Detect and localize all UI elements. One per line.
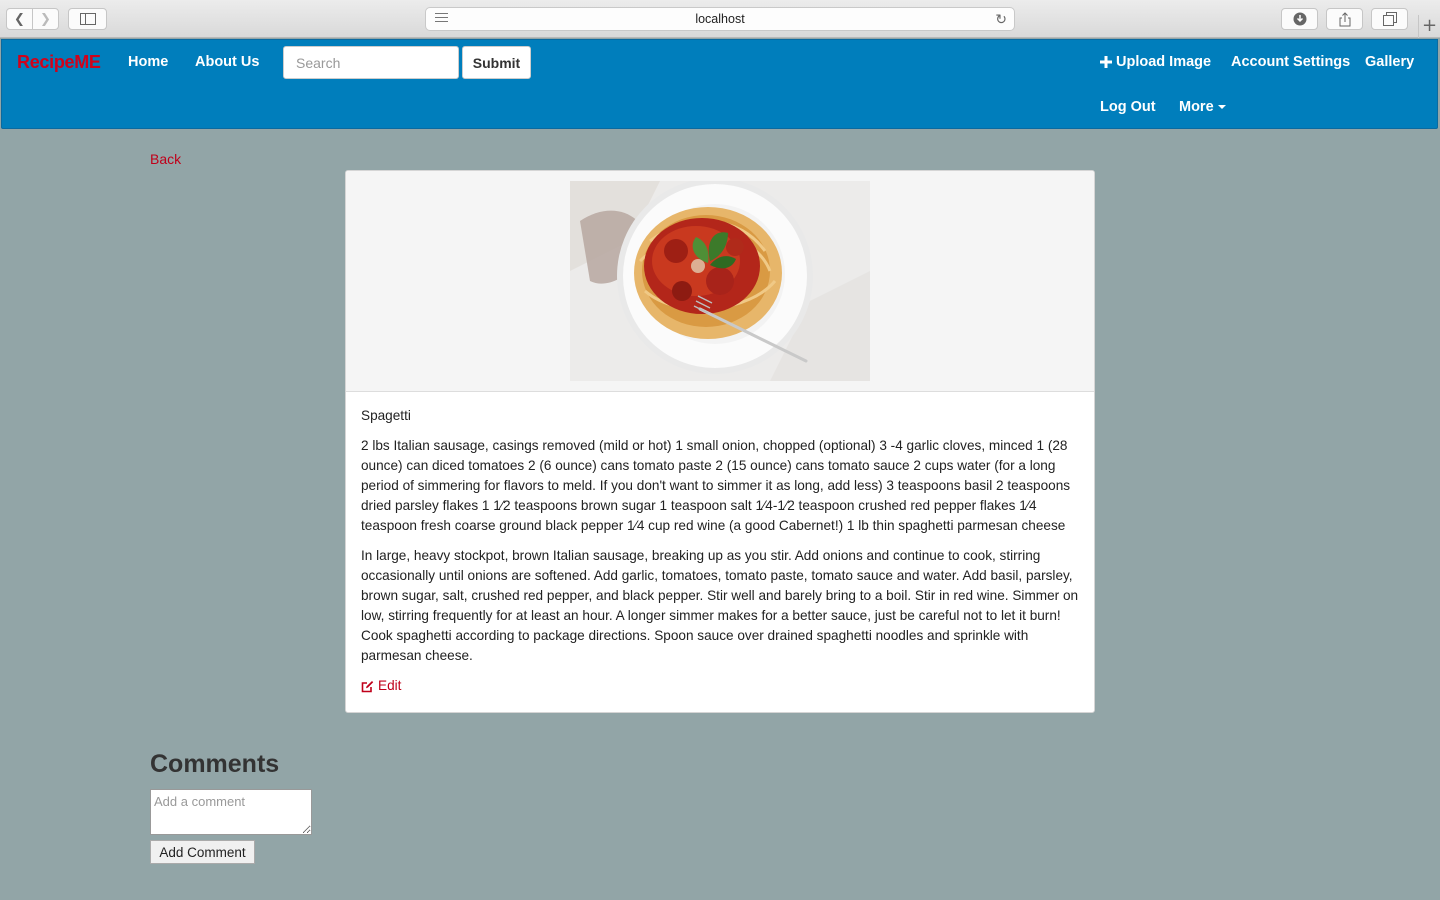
top-navbar: RecipeME Home About Us Submit Upload Ima… [1, 39, 1438, 129]
back-link[interactable]: Back [150, 151, 181, 167]
comments-heading: Comments [150, 750, 280, 778]
nav-about-us[interactable]: About Us [195, 54, 259, 70]
browser-toolbar: ❮ ❯ localhost ↻ + [0, 0, 1440, 38]
nav-account-settings[interactable]: Account Settings [1231, 54, 1350, 70]
address-bar[interactable]: localhost ↻ [425, 7, 1015, 31]
upload-image-label: Upload Image [1116, 54, 1212, 70]
recipe-photo [570, 181, 870, 381]
nav-more-dropdown[interactable]: More [1179, 99, 1226, 115]
more-label: More [1179, 99, 1214, 115]
share-icon [1339, 11, 1350, 26]
edit-label: Edit [378, 678, 402, 693]
add-comment-button[interactable]: Add Comment [150, 840, 255, 864]
recipe-details: Spagetti 2 lbs Italian sausage, casings … [346, 392, 1094, 699]
edit-icon [361, 680, 374, 692]
nav-gallery[interactable]: Gallery [1365, 54, 1414, 70]
search-submit-button[interactable]: Submit [462, 46, 531, 79]
recipe-title: Spagetti [361, 408, 411, 423]
nav-home[interactable]: Home [128, 54, 168, 70]
address-text: localhost [695, 12, 745, 26]
plus-icon [1100, 56, 1112, 68]
brand-logo[interactable]: RecipeME [17, 52, 101, 73]
chevron-right-icon: ❯ [40, 11, 51, 27]
download-icon [1293, 12, 1306, 26]
tabs-icon [1382, 12, 1397, 26]
edit-recipe-link[interactable]: Edit [361, 676, 401, 696]
search-input[interactable] [283, 46, 459, 79]
sidebar-icon [79, 13, 96, 25]
reload-icon[interactable]: ↻ [995, 11, 1007, 28]
tab-overview-button[interactable] [1371, 8, 1408, 30]
recipe-card: Spagetti 2 lbs Italian sausage, casings … [345, 170, 1095, 713]
new-tab-button[interactable]: + [1418, 15, 1440, 38]
caret-down-icon [1217, 105, 1226, 110]
plus-icon: + [1421, 15, 1438, 36]
downloads-button[interactable] [1281, 8, 1318, 30]
browser-back-button[interactable]: ❮ [6, 8, 33, 30]
sidebar-toggle-button[interactable] [68, 8, 107, 30]
recipe-directions: In large, heavy stockpot, brown Italian … [361, 548, 1079, 663]
chevron-left-icon: ❮ [14, 11, 25, 27]
recipe-ingredients: 2 lbs Italian sausage, casings removed (… [361, 438, 1071, 533]
share-button[interactable] [1326, 8, 1363, 30]
comment-input[interactable] [150, 789, 312, 835]
browser-forward-button[interactable]: ❯ [32, 8, 59, 30]
nav-log-out[interactable]: Log Out [1100, 99, 1156, 115]
upload-image-link[interactable]: Upload Image [1100, 54, 1211, 70]
recipe-image-area [346, 171, 1094, 392]
reader-icon[interactable] [435, 13, 448, 25]
